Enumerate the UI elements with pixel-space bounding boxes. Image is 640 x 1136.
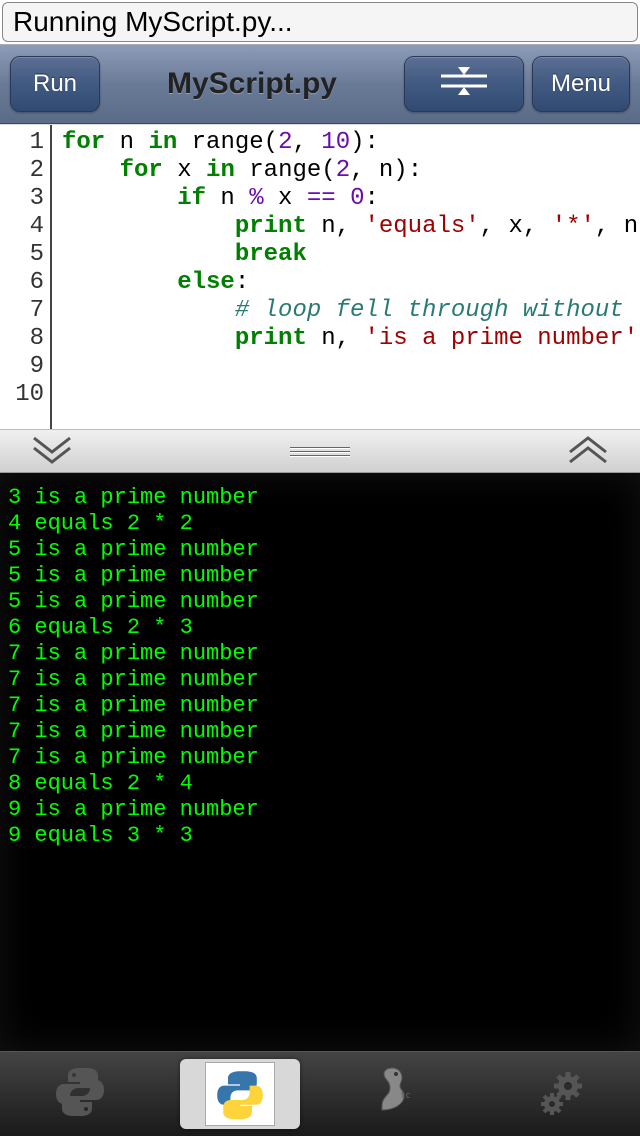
code-line[interactable]: else: [62, 269, 638, 297]
line-number: 9 [0, 353, 44, 381]
document-icon [205, 1062, 275, 1126]
run-button[interactable]: Run [10, 56, 100, 112]
gear-icon [530, 1062, 590, 1127]
tab-settings[interactable] [500, 1059, 620, 1129]
line-number: 6 [0, 269, 44, 297]
line-number: 3 [0, 185, 44, 213]
console-line: 6 equals 2 * 3 [8, 615, 632, 641]
line-number: 2 [0, 157, 44, 185]
console-line: 5 is a prime number [8, 589, 632, 615]
line-number: 7 [0, 297, 44, 325]
menu-button[interactable]: Menu [532, 56, 630, 112]
chevron-down-icon[interactable] [30, 434, 74, 469]
console-line: 3 is a prime number [8, 485, 632, 511]
console-line: 9 is a prime number [8, 797, 632, 823]
line-number: 5 [0, 241, 44, 269]
code-line[interactable]: # loop fell through without [62, 297, 638, 325]
tab-bar: tc [0, 1051, 640, 1136]
chevron-up-icon[interactable] [566, 434, 610, 469]
console-line: 5 is a prime number [8, 537, 632, 563]
line-number: 4 [0, 213, 44, 241]
svg-text:tc: tc [400, 1091, 411, 1101]
console-line: 7 is a prime number [8, 641, 632, 667]
split-icon [439, 64, 489, 105]
code-content[interactable]: for n in range(2, 10): for x in range(2,… [52, 125, 638, 429]
tab-script[interactable] [180, 1059, 300, 1129]
console-line: 7 is a prime number [8, 719, 632, 745]
line-number-gutter: 12345678910 [0, 125, 52, 429]
line-number: 10 [0, 381, 44, 409]
code-line[interactable] [62, 381, 638, 409]
code-line[interactable]: break [62, 241, 638, 269]
code-line[interactable]: if n % x == 0: [62, 185, 638, 213]
menu-label: Menu [551, 70, 611, 98]
console-line: 4 equals 2 * 2 [8, 511, 632, 537]
output-console[interactable]: 3 is a prime number4 equals 2 * 25 is a … [0, 473, 640, 1051]
console-line: 7 is a prime number [8, 667, 632, 693]
tab-python[interactable] [20, 1059, 140, 1129]
page-title: MyScript.py [108, 67, 396, 101]
python-icon [50, 1062, 110, 1127]
status-text: Running MyScript.py... [13, 6, 293, 38]
console-line: 9 equals 3 * 3 [8, 823, 632, 849]
tab-game[interactable]: tc [340, 1059, 460, 1129]
code-line[interactable]: for n in range(2, 10): [62, 129, 638, 157]
snake-icon: tc [370, 1062, 430, 1127]
code-line[interactable]: print n, 'equals', x, '*', n [62, 213, 638, 241]
code-line[interactable]: print n, 'is a prime number' [62, 325, 638, 353]
drag-handle-icon[interactable] [290, 447, 350, 456]
status-bar: Running MyScript.py... [2, 2, 638, 42]
pane-divider[interactable] [0, 429, 640, 473]
run-label: Run [33, 70, 77, 98]
console-line: 8 equals 2 * 4 [8, 771, 632, 797]
code-line[interactable] [62, 353, 638, 381]
line-number: 1 [0, 129, 44, 157]
toolbar: Run MyScript.py Menu [0, 44, 640, 124]
line-number: 8 [0, 325, 44, 353]
console-line: 5 is a prime number [8, 563, 632, 589]
split-button[interactable] [404, 56, 524, 112]
code-line[interactable]: for x in range(2, n): [62, 157, 638, 185]
console-line: 7 is a prime number [8, 745, 632, 771]
console-line: 7 is a prime number [8, 693, 632, 719]
code-editor[interactable]: 12345678910 for n in range(2, 10): for x… [0, 124, 640, 429]
